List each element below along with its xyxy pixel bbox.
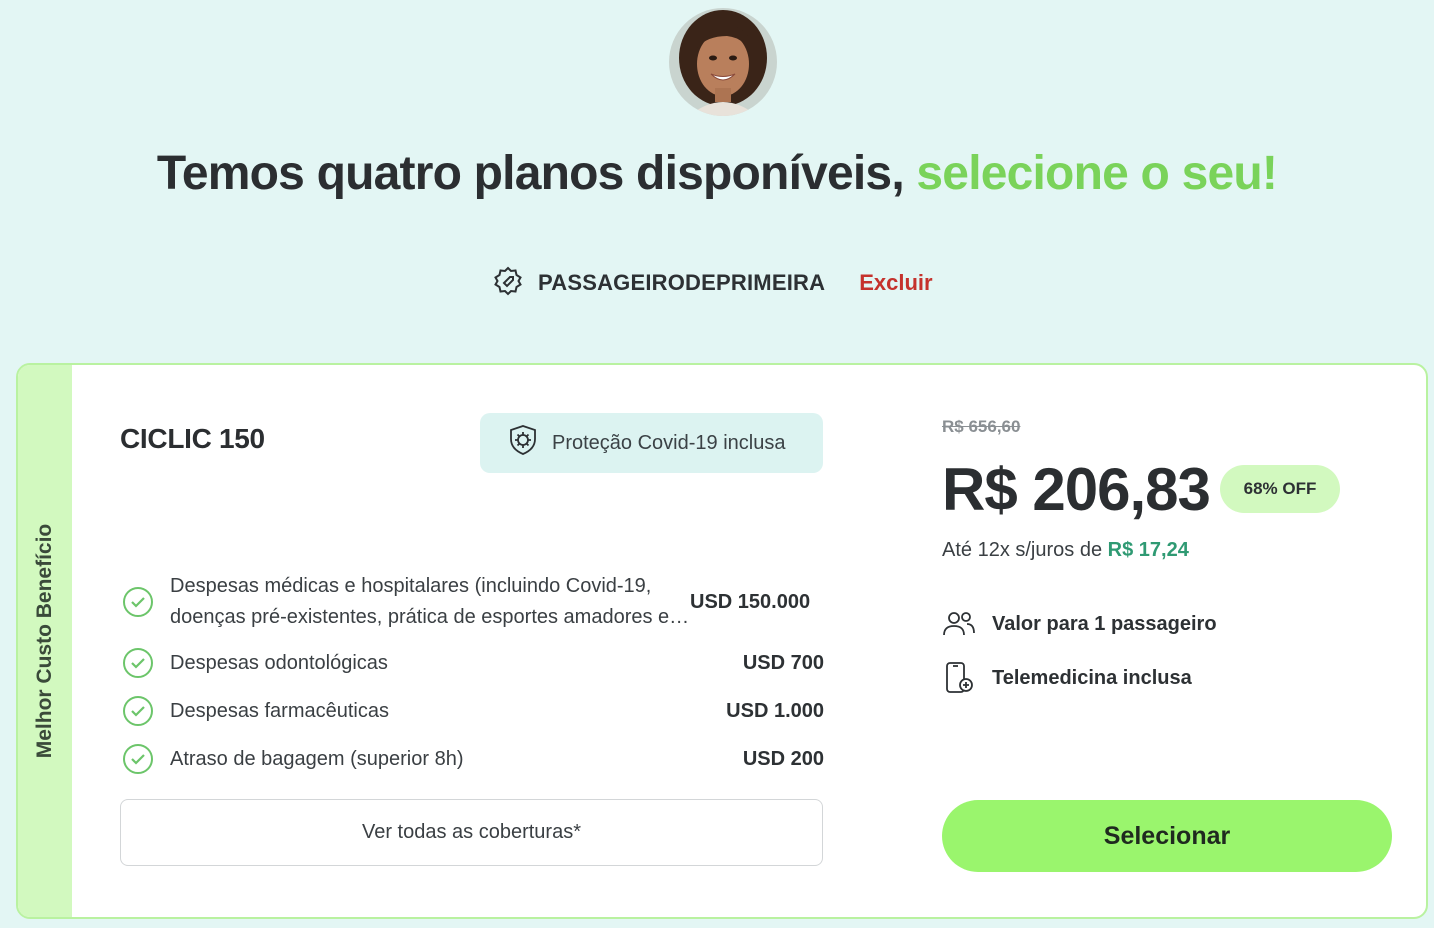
covid-protection-badge: Proteção Covid-19 inclusa bbox=[480, 413, 823, 473]
coverage-label: Despesas médicas e hospitalares (incluin… bbox=[170, 575, 670, 628]
phone-medical-icon bbox=[942, 661, 976, 695]
plan-card: Melhor Custo Benefício CICLIC 150 Proteç… bbox=[16, 363, 1428, 919]
coverage-label: Atraso de bagagem (superior 8h) bbox=[170, 747, 464, 770]
best-value-ribbon: Melhor Custo Benefício bbox=[18, 365, 72, 917]
coupon-code: PASSAGEIRODEPRIMEIRA bbox=[538, 270, 826, 295]
telemedicine-label: Telemedicina inclusa bbox=[992, 666, 1192, 689]
covid-badge-label: Proteção Covid-19 inclusa bbox=[552, 431, 786, 454]
virus-shield-icon bbox=[508, 424, 538, 462]
coverage-item: Despesas farmacêuticas USD 1.000 bbox=[122, 695, 824, 727]
current-price: R$ 206,83 bbox=[942, 456, 1211, 523]
check-circle-icon bbox=[122, 586, 154, 618]
discount-badge: 68% OFF bbox=[1220, 465, 1340, 513]
coverage-item: Despesas médicas e hospitalares (incluin… bbox=[122, 570, 824, 634]
page-title: Temos quatro planos disponíveis, selecio… bbox=[0, 146, 1434, 201]
passengers-label: Valor para 1 passageiro bbox=[992, 612, 1217, 635]
title-accent: selecione o seu! bbox=[916, 147, 1278, 200]
coverage-value: USD 1.000 bbox=[726, 699, 824, 722]
installment-value: R$ 17,24 bbox=[1107, 539, 1189, 561]
users-icon bbox=[942, 607, 976, 641]
installments-info: Até 12x s/juros de R$ 17,24 bbox=[942, 539, 1189, 562]
title-prefix: Temos quatro planos disponíveis, bbox=[156, 147, 917, 200]
coverage-label: Despesas odontológicas bbox=[170, 651, 388, 674]
coverage-item: Despesas odontológicas USD 700 bbox=[122, 647, 824, 679]
coupon-tag-icon bbox=[492, 265, 524, 302]
coverage-label: Despesas farmacêuticas bbox=[170, 699, 389, 722]
check-circle-icon bbox=[122, 743, 154, 775]
coverage-value: USD 200 bbox=[742, 747, 824, 770]
telemedicine-info: Telemedicina inclusa bbox=[942, 661, 1192, 695]
check-circle-icon bbox=[122, 647, 154, 679]
coverage-item: Atraso de bagagem (superior 8h) USD 200 bbox=[122, 743, 824, 775]
applied-coupon: PASSAGEIRODEPRIMEIRA Excluir bbox=[492, 266, 933, 300]
installments-prefix: Até 12x s/juros de bbox=[942, 539, 1108, 561]
assistant-avatar bbox=[669, 8, 777, 116]
ribbon-label: Melhor Custo Benefício bbox=[33, 523, 56, 759]
plans-page: Temos quatro planos disponíveis, selecio… bbox=[0, 0, 1434, 928]
coverage-value: USD 150.000 bbox=[690, 590, 811, 613]
passengers-info: Valor para 1 passageiro bbox=[942, 607, 1217, 641]
original-price: R$ 656,60 bbox=[942, 417, 1021, 436]
check-circle-icon bbox=[122, 695, 154, 727]
coverage-value: USD 700 bbox=[742, 651, 824, 674]
remove-coupon-link[interactable]: Excluir bbox=[859, 270, 932, 296]
see-all-coverages-button[interactable]: Ver todas as coberturas* bbox=[120, 799, 823, 866]
plan-name: CICLIC 150 bbox=[120, 423, 265, 454]
select-plan-button[interactable]: Selecionar bbox=[942, 800, 1392, 872]
